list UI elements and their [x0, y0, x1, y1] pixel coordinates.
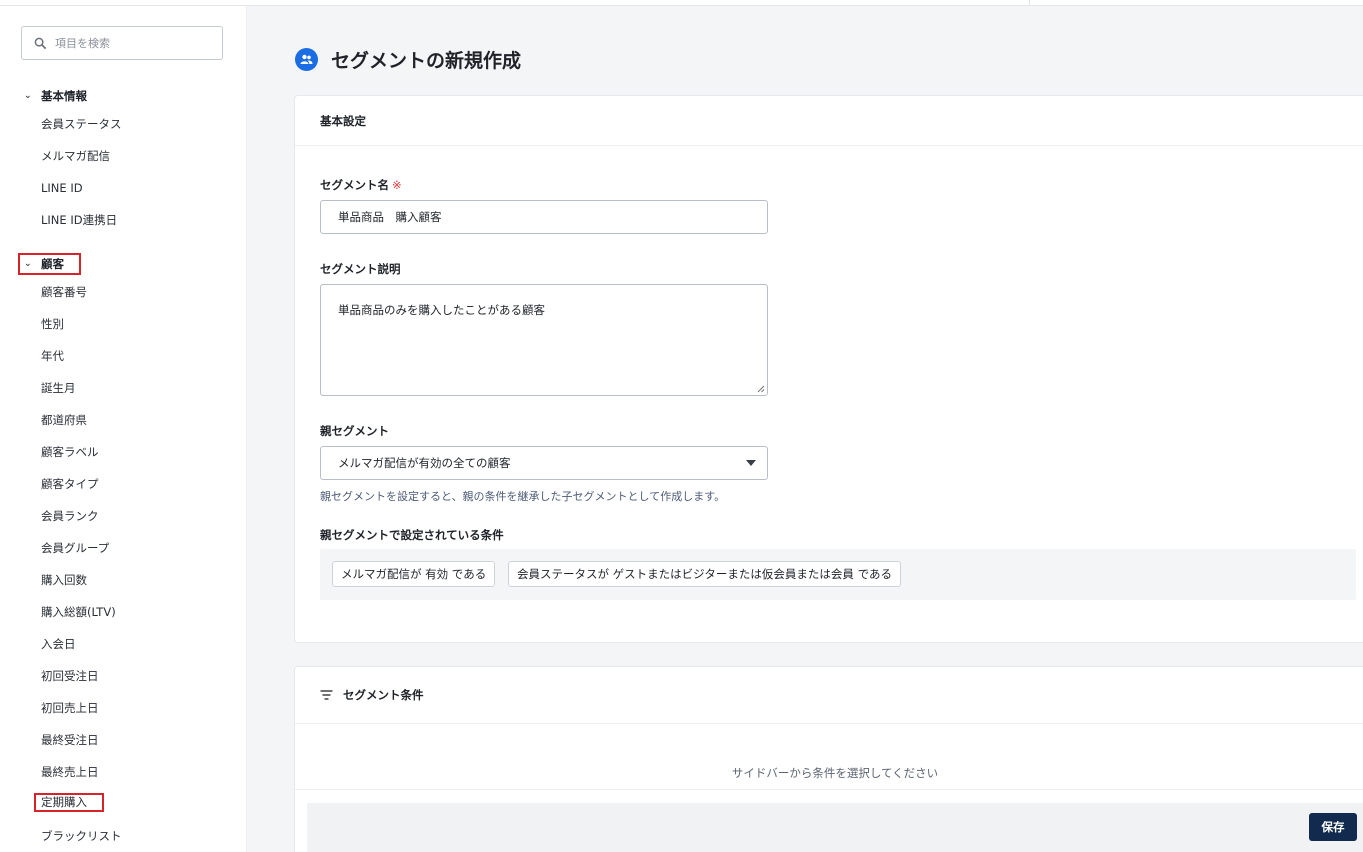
page-title: セグメントの新規作成 [331, 50, 522, 72]
sidebar-item[interactable]: 初回売上日 [41, 700, 99, 716]
group-label: 基本情報 [41, 89, 87, 103]
card-header: 基本設定 [295, 96, 1363, 146]
parent-conditions-label: 親セグメントで設定されている条件 [320, 528, 504, 542]
resize-handle-icon[interactable] [757, 385, 765, 393]
condition-chip: 会員ステータスが ゲストまたはビジターまたは仮会員または会員 である [508, 561, 901, 587]
card-header: セグメント条件 [295, 667, 1363, 724]
sidebar-item[interactable]: メルマガ配信 [41, 148, 110, 164]
sidebar-item[interactable]: 性別 [41, 316, 64, 332]
segment-description-label: セグメント説明 [320, 262, 401, 276]
parent-conditions-area: メルマガ配信が 有効 である 会員ステータスが ゲストまたはビジターまたは仮会員… [320, 549, 1356, 600]
sidebar-item[interactable]: 会員ランク [41, 508, 99, 524]
segment-description-textarea[interactable]: 単品商品のみを購入したことがある顧客 [320, 284, 768, 396]
sidebar-item[interactable]: 購入回数 [41, 572, 87, 588]
search-box[interactable] [21, 26, 223, 60]
sidebar-item[interactable]: 最終受注日 [41, 732, 99, 748]
save-button[interactable]: 保存 [1309, 813, 1357, 841]
parent-segment-select[interactable]: メルマガ配信が有効の全ての顧客 [320, 446, 768, 480]
sidebar-item[interactable]: 会員グループ [41, 540, 109, 556]
description-text: 単品商品のみを購入したことがある顧客 [338, 303, 545, 317]
segment-name-label: セグメント名 ※ [320, 177, 402, 193]
required-mark: ※ [392, 178, 402, 192]
users-icon [295, 48, 318, 71]
search-input[interactable] [55, 36, 215, 50]
parent-segment-hint: 親セグメントを設定すると、親の条件を継承した子セグメントとして作成します。 [320, 490, 726, 503]
dropdown-caret-icon [746, 460, 756, 466]
sidebar-item[interactable]: ブラックリスト [41, 828, 122, 844]
sidebar-item[interactable]: 入会日 [41, 636, 76, 652]
sidebar-item[interactable]: 会員ステータス [41, 116, 122, 132]
condition-chip: メルマガ配信が 有効 である [332, 561, 496, 587]
sidebar-item[interactable]: 定期購入 [34, 793, 104, 812]
selected-value: メルマガ配信が有効の全ての顧客 [338, 456, 511, 470]
sidebar-item[interactable]: 誕生月 [41, 380, 76, 396]
empty-state-text: サイドバーから条件を選択してください [731, 766, 939, 780]
sidebar-item[interactable]: 顧客ラベル [41, 444, 99, 460]
sidebar-item[interactable]: LINE ID連携日 [41, 212, 117, 228]
sidebar-item[interactable]: 顧客番号 [41, 284, 87, 300]
basic-settings-card: 基本設定 セグメント名 ※ 単品商品 購入顧客 セグメント説明 単品商品のみを購入… [294, 95, 1363, 643]
group-label: 顧客 [41, 257, 64, 271]
sidebar-item[interactable]: 都道府県 [41, 412, 87, 428]
sidebar-item[interactable]: LINE ID [41, 180, 83, 196]
chevron-down-icon: ⌄ [24, 91, 32, 101]
group-basic-info[interactable]: ⌄ 基本情報 [20, 85, 91, 107]
chevron-down-icon: ⌄ [24, 259, 32, 269]
footer-bar [307, 803, 1363, 852]
search-icon [34, 37, 47, 49]
divider [295, 789, 1363, 790]
filter-icon [320, 690, 333, 700]
segment-name-input[interactable]: 単品商品 購入顧客 [320, 200, 768, 234]
page-header: セグメントの新規作成 [295, 46, 521, 73]
card-title: セグメント条件 [343, 688, 424, 702]
top-bar-divider [1029, 0, 1030, 6]
sidebar-item[interactable]: 年代 [41, 348, 64, 364]
sidebar-item[interactable]: 最終売上日 [41, 764, 99, 780]
sidebar: ⌄ 基本情報 会員ステータス メルマガ配信 LINE ID LINE ID連携日… [0, 6, 247, 852]
sidebar-item[interactable]: 顧客タイプ [41, 476, 99, 492]
group-customer[interactable]: ⌄ 顧客 [18, 253, 81, 275]
label-text: セグメント名 [320, 178, 389, 192]
parent-segment-label: 親セグメント [320, 424, 389, 438]
sidebar-item[interactable]: 初回受注日 [41, 668, 99, 684]
sidebar-item[interactable]: 購入総額(LTV) [41, 604, 116, 620]
